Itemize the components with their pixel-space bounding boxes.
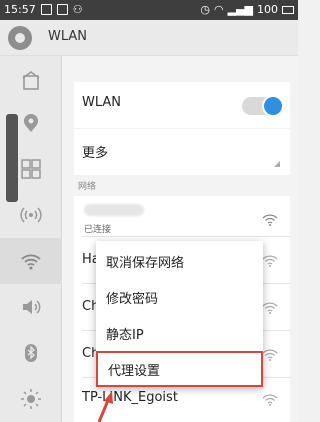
signal-icon: ▂▄▆ bbox=[227, 3, 253, 16]
status-bar: 15:57 ⚇ ◷ ◠ ▂▄▆ 100 bbox=[0, 0, 298, 20]
more-row-label: 更多 bbox=[82, 146, 109, 161]
settings-gear-icon[interactable] bbox=[8, 26, 32, 50]
hotspot-icon bbox=[20, 207, 42, 223]
network-status: 已连接 bbox=[84, 225, 112, 235]
wlan-toggle-row[interactable]: WLAN bbox=[74, 82, 290, 128]
toggle-knob bbox=[262, 95, 284, 117]
image-icon bbox=[56, 4, 68, 15]
status-time: 15:57 bbox=[4, 3, 36, 16]
sidebar-item-bluetooth[interactable] bbox=[0, 330, 62, 376]
annotation-arrow-icon bbox=[97, 391, 113, 422]
brightness-icon bbox=[21, 389, 41, 409]
warning-icon bbox=[40, 4, 52, 15]
wifi-icon bbox=[21, 254, 41, 270]
bluetooth-icon bbox=[25, 344, 37, 362]
network-name-redacted bbox=[84, 204, 144, 216]
page-title: WLAN bbox=[48, 29, 88, 44]
wifi-signal-icon bbox=[262, 255, 278, 267]
usb-icon: ⚇ bbox=[72, 3, 83, 16]
wifi-signal-icon bbox=[262, 394, 278, 406]
wifi-status-icon: ◠ bbox=[214, 3, 224, 16]
more-corner-indicator bbox=[274, 161, 280, 167]
battery-level: 100 bbox=[257, 3, 278, 16]
menu-item-forget-network[interactable]: 取消保存网络 bbox=[96, 243, 263, 279]
volume-icon bbox=[23, 300, 41, 314]
menu-item-static-ip[interactable]: 静态IP bbox=[96, 315, 263, 351]
battery-icon bbox=[282, 5, 294, 14]
wifi-signal-icon bbox=[262, 214, 278, 226]
sidebar-scroll-handle[interactable] bbox=[6, 114, 18, 202]
wlan-row-label: WLAN bbox=[82, 95, 122, 110]
sidebar-item-sound[interactable] bbox=[0, 284, 62, 330]
network-item[interactable]: 已连接 bbox=[74, 196, 290, 236]
grid-icon bbox=[21, 159, 41, 179]
network-context-menu: 取消保存网络 修改密码 静态IP 代理设置 bbox=[96, 241, 263, 387]
more-row[interactable]: 更多 bbox=[74, 129, 290, 175]
alarm-icon: ◷ bbox=[200, 3, 210, 16]
sidebar-item-display[interactable] bbox=[0, 376, 62, 422]
location-icon bbox=[24, 114, 38, 132]
wifi-signal-icon bbox=[262, 302, 278, 314]
networks-section-label: 网络 bbox=[78, 182, 97, 192]
menu-item-proxy-settings[interactable]: 代理设置 bbox=[96, 351, 263, 387]
menu-item-modify-password[interactable]: 修改密码 bbox=[96, 279, 263, 315]
app-bar: WLAN bbox=[0, 20, 298, 56]
wifi-signal-icon bbox=[262, 349, 278, 361]
wlan-toggle[interactable] bbox=[242, 95, 284, 117]
home-icon bbox=[22, 71, 40, 90]
sidebar-item-home[interactable] bbox=[0, 58, 62, 104]
settings-sidebar bbox=[0, 56, 62, 422]
sidebar-item-wlan[interactable] bbox=[0, 238, 62, 284]
